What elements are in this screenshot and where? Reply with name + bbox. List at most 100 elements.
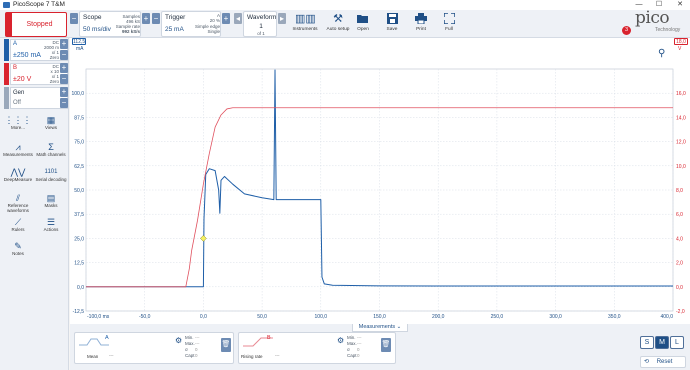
channel-b-range-up-button[interactable]: + bbox=[60, 63, 68, 73]
right-tick-label: 0,0 bbox=[676, 285, 683, 291]
sidebar-item-deepmeasure[interactable]: ⋀⋁ DeepMeasure bbox=[3, 167, 33, 182]
open-button[interactable]: Open bbox=[349, 12, 377, 36]
ruler-icon: ⟋ bbox=[14, 217, 22, 227]
run-stop-button[interactable]: Stopped bbox=[5, 12, 67, 37]
save-button[interactable]: Save bbox=[378, 12, 406, 36]
left-tick-label: 37,5 bbox=[74, 212, 84, 218]
sidebar-item-masks[interactable]: ▤ Masks bbox=[36, 193, 66, 208]
sidebar-item-actions[interactable]: ☰ Actions bbox=[36, 217, 66, 232]
measurements-tab-label: Measurements bbox=[358, 324, 396, 330]
right-tick-label: 10,0 bbox=[676, 164, 686, 170]
channel-a-range-down-button[interactable]: − bbox=[60, 50, 68, 60]
notes-icon: ✎ bbox=[14, 241, 22, 251]
delete-measurement-b-icon[interactable]: 🗑 bbox=[381, 338, 391, 352]
scope-view[interactable]: 100,0 87,5 75,0 62,5 50,0 37,5 25,0 12,5 0,0 -12,… bbox=[70, 38, 690, 324]
actions-icon: ☰ bbox=[46, 217, 56, 227]
sidebar-item-notes[interactable]: ✎ Notes bbox=[3, 241, 33, 256]
measurements-tab[interactable]: Measurements ⌄ bbox=[352, 324, 408, 332]
sidebar-item-rulers[interactable]: ⟋ Rulers bbox=[3, 217, 33, 232]
measurement-b-min-value: --- bbox=[357, 335, 362, 340]
timebase-increase-button[interactable]: + bbox=[142, 13, 150, 24]
save-label: Save bbox=[386, 27, 398, 32]
measurement-b-capt-value: 0 bbox=[357, 353, 360, 358]
right-axis-top-value[interactable]: 18,0 bbox=[674, 38, 688, 45]
timebase-value: 50 ms/div bbox=[83, 26, 111, 33]
auto-setup-button[interactable]: ⚒ Auto setup bbox=[324, 12, 352, 36]
measurement-a-capt-value: 0 bbox=[195, 353, 198, 358]
sidebar-item-more-label: More... bbox=[10, 125, 25, 130]
size-medium-button[interactable]: M bbox=[655, 336, 669, 349]
sidebar-item-views[interactable]: ▦ Views bbox=[36, 115, 66, 130]
size-small-button[interactable]: S bbox=[640, 336, 654, 349]
pico-logo: pico bbox=[635, 8, 670, 28]
channel-b-letter: B bbox=[13, 65, 18, 71]
waveform-panel[interactable]: Waveform 1 of 1 bbox=[243, 11, 277, 37]
timebase-decrease-button[interactable]: − bbox=[70, 13, 78, 24]
grid-icon: ⋮⋮⋮ bbox=[4, 115, 32, 125]
measurement-a-sd-value: 0 bbox=[195, 347, 198, 352]
scope-label: Scope bbox=[83, 14, 102, 21]
channel-a-range-up-button[interactable]: + bbox=[60, 39, 68, 49]
sidebar-item-serial-decoding[interactable]: 1101 Serial decoding bbox=[35, 167, 66, 182]
sidebar-item-notes-label: Notes bbox=[12, 251, 24, 256]
deepmeasure-icon: ⋀⋁ bbox=[10, 167, 26, 177]
measurement-b-settings-icon[interactable]: ⚙ bbox=[337, 336, 344, 345]
reset-button[interactable]: ⟲ Reset bbox=[640, 356, 686, 368]
channel-a-zero: Zero bbox=[49, 55, 59, 60]
measurement-a-max-label: Max. bbox=[185, 341, 195, 346]
sample-rate-value: 992 kS/s bbox=[121, 29, 140, 34]
notification-badge[interactable]: 3 bbox=[622, 26, 631, 35]
channel-a-letter: A bbox=[13, 41, 18, 47]
trigger-increase-button[interactable]: + bbox=[222, 13, 230, 24]
measurement-a-settings-icon[interactable]: ⚙ bbox=[175, 336, 182, 345]
fullscreen-icon bbox=[442, 12, 456, 25]
left-tick-label: 50,0 bbox=[74, 188, 84, 194]
zoom-icon[interactable]: ⚲ bbox=[658, 48, 670, 60]
measurement-a-channel: A bbox=[105, 335, 109, 341]
channel-b-range-down-button[interactable]: − bbox=[60, 74, 68, 84]
measurement-b-max-label: Max. bbox=[347, 341, 357, 346]
left-tick-label: 62,5 bbox=[74, 164, 84, 170]
close-button[interactable]: ✕ bbox=[673, 0, 687, 10]
right-tick-label: 8,0 bbox=[676, 188, 683, 194]
right-tick-label: 14,0 bbox=[676, 115, 686, 121]
trigger-pretrigger: 20 % bbox=[209, 18, 220, 23]
plot-grid bbox=[85, 68, 674, 312]
sidebar-item-reference-waveforms[interactable]: ⫽ Reference waveforms bbox=[3, 193, 33, 213]
sidebar-item-more[interactable]: ⋮⋮⋮ More... bbox=[3, 115, 33, 130]
delete-measurement-a-icon[interactable]: 🗑 bbox=[221, 338, 231, 352]
measurements-area: Measurements ⌄ A Mean --- ⚙ Min. Max. σ … bbox=[70, 324, 690, 370]
window-title: PicoScope 7 T&M bbox=[13, 1, 65, 8]
chevron-down-icon: ⌄ bbox=[396, 324, 402, 330]
measurement-a-min-label: Min. bbox=[185, 335, 194, 340]
scope-panel[interactable]: Scope 50 ms/div Samples 496 kS Sample ra… bbox=[79, 11, 141, 37]
sidebar-item-masks-label: Masks bbox=[44, 203, 58, 208]
app-icon bbox=[3, 2, 10, 8]
measurement-card-b[interactable]: B Rising rate --- ⚙ Min. Max. σ Capt ---… bbox=[238, 332, 396, 364]
measurement-a-value: --- bbox=[109, 353, 114, 358]
x-tick-label: -100,0 ms bbox=[87, 314, 110, 320]
sidebar-item-math-channels[interactable]: Σ Math channels bbox=[36, 142, 66, 157]
trigger-panel[interactable]: Trigger 25 mA A 20 % Simple edge Single bbox=[161, 11, 221, 37]
generator-down-button[interactable]: − bbox=[60, 98, 68, 108]
right-tick-label: 12,0 bbox=[676, 140, 686, 146]
x-tick-label: -50,0 bbox=[139, 314, 151, 320]
full-screen-button[interactable]: Full bbox=[435, 12, 463, 36]
channel-b-color-bar bbox=[4, 63, 9, 85]
measurement-b-sd-label: σ bbox=[347, 347, 350, 352]
left-axis-top-value[interactable]: 112,5 bbox=[72, 38, 86, 45]
generator-value: Off bbox=[13, 100, 21, 106]
print-button[interactable]: Print bbox=[407, 12, 435, 36]
full-label: Full bbox=[445, 27, 453, 32]
trigger-decrease-button[interactable]: − bbox=[152, 13, 160, 24]
instruments-button[interactable]: ▥▥ Instruments bbox=[291, 12, 319, 36]
waveform-next-button[interactable]: ▸ bbox=[278, 13, 286, 24]
oscilloscope-plot[interactable]: 100,0 87,5 75,0 62,5 50,0 37,5 25,0 12,5 0,0 -12,… bbox=[70, 38, 690, 324]
generator-up-button[interactable]: + bbox=[60, 87, 68, 97]
sidebar-item-measurements[interactable]: ⩘ Measurements bbox=[3, 142, 33, 157]
size-large-button[interactable]: L bbox=[670, 336, 684, 349]
x-tick-label: 150,0 bbox=[373, 314, 386, 320]
sidebar: A ±250 mA DC 2000 m x/ 1 Zero + − B ±20 … bbox=[0, 38, 69, 370]
waveform-prev-button[interactable]: ◂ bbox=[234, 13, 242, 24]
measurement-card-a[interactable]: A Mean --- ⚙ Min. Max. σ Capt --- --- 0 … bbox=[74, 332, 234, 364]
